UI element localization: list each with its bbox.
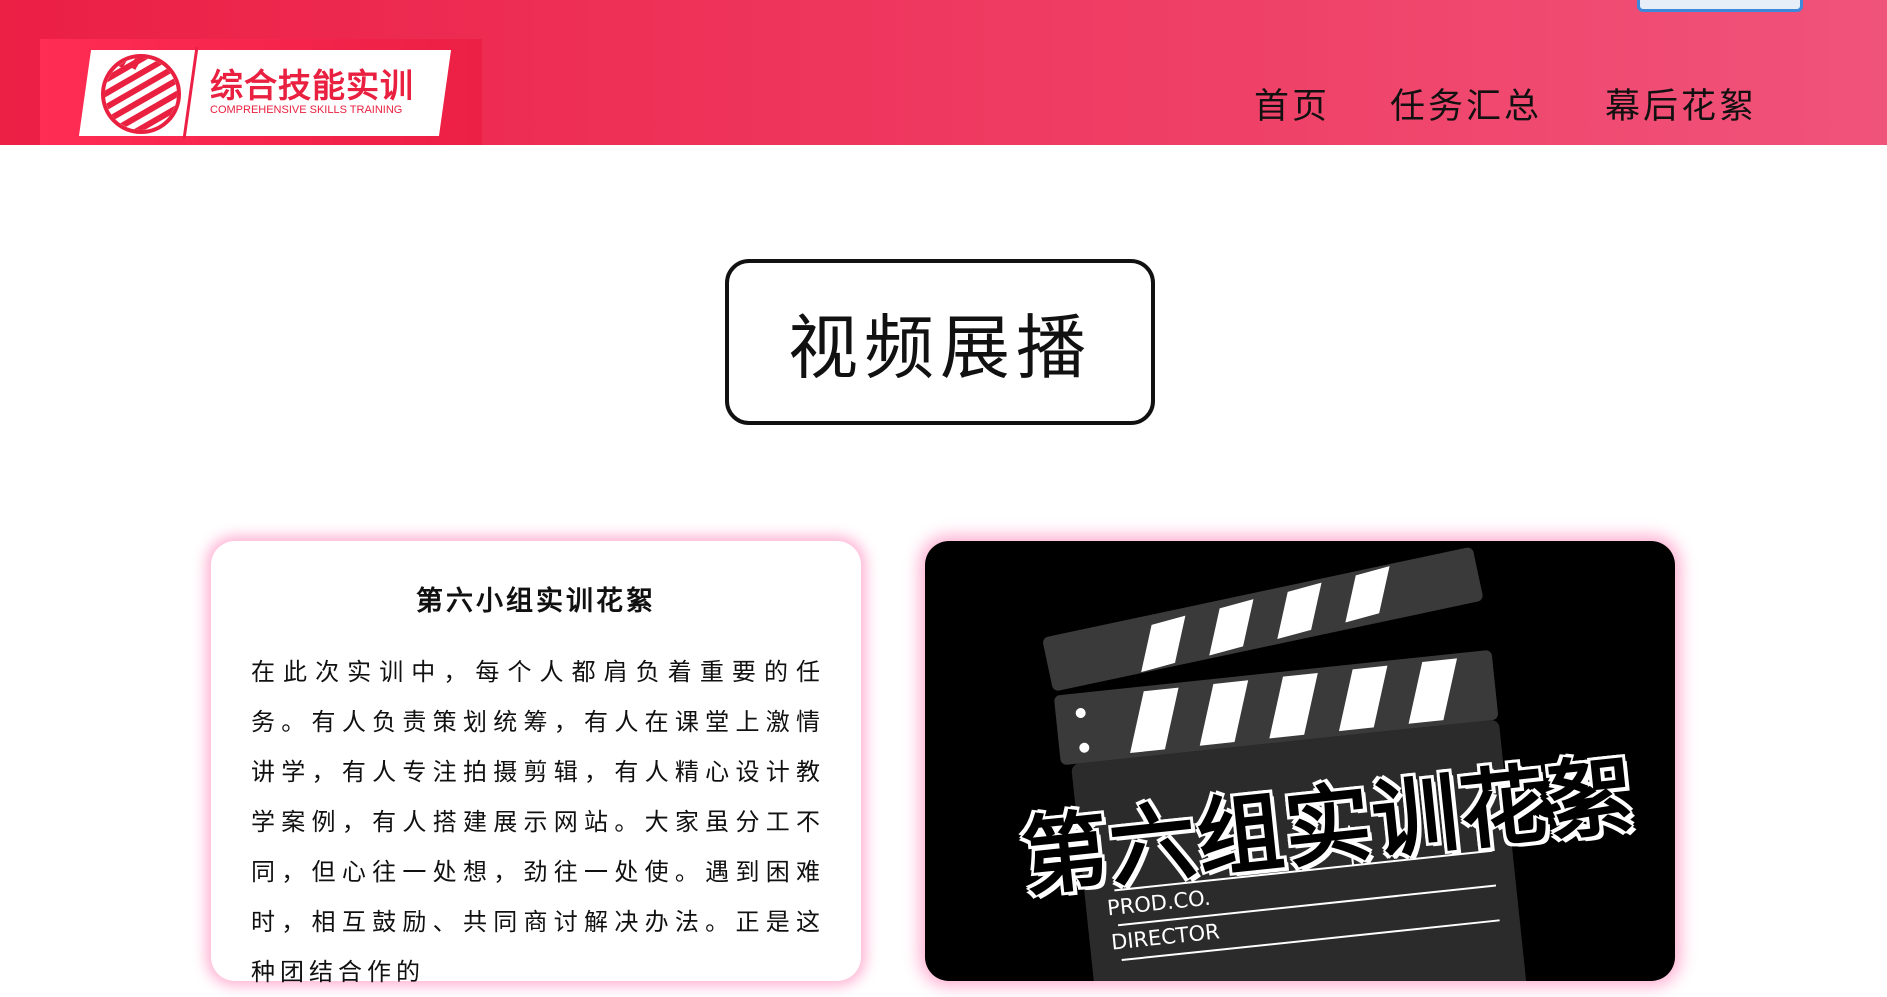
text-card: 第六小组实训花絮 在此次实训中，每个人都肩负着重要的任务。有人负责策划统筹，有人…	[211, 541, 861, 986]
card-title: 第六小组实训花絮	[416, 586, 656, 617]
header-bar: 综合技能实训 COMPREHENSIVE SKILLS TRAINING 首页 …	[0, 0, 1887, 145]
video-player[interactable]: 第六组实训花絮 PROD.CO. DIRECTOR	[925, 541, 1675, 981]
nav-home[interactable]: 首页	[1254, 78, 1330, 129]
logo-subtitle: COMPREHENSIVE SKILLS TRAINING	[210, 104, 403, 116]
logo-emblem-icon	[101, 54, 181, 134]
logo-title: 综合技能实训	[210, 66, 414, 105]
section-title: 视频展播	[725, 259, 1155, 425]
site-logo[interactable]: 综合技能实训 COMPREHENSIVE SKILLS TRAINING	[40, 39, 482, 145]
section-title-text: 视频展播	[788, 306, 1092, 389]
nav-task-summary[interactable]: 任务汇总	[1390, 78, 1542, 129]
browser-tab-fragment[interactable]	[1637, 0, 1803, 12]
nav-behind-the-scenes[interactable]: 幕后花絮	[1605, 78, 1757, 129]
card-body: 在此次实训中，每个人都肩负着重要的任务。有人负责策划统筹，有人在课堂上激情讲学，…	[251, 658, 825, 986]
